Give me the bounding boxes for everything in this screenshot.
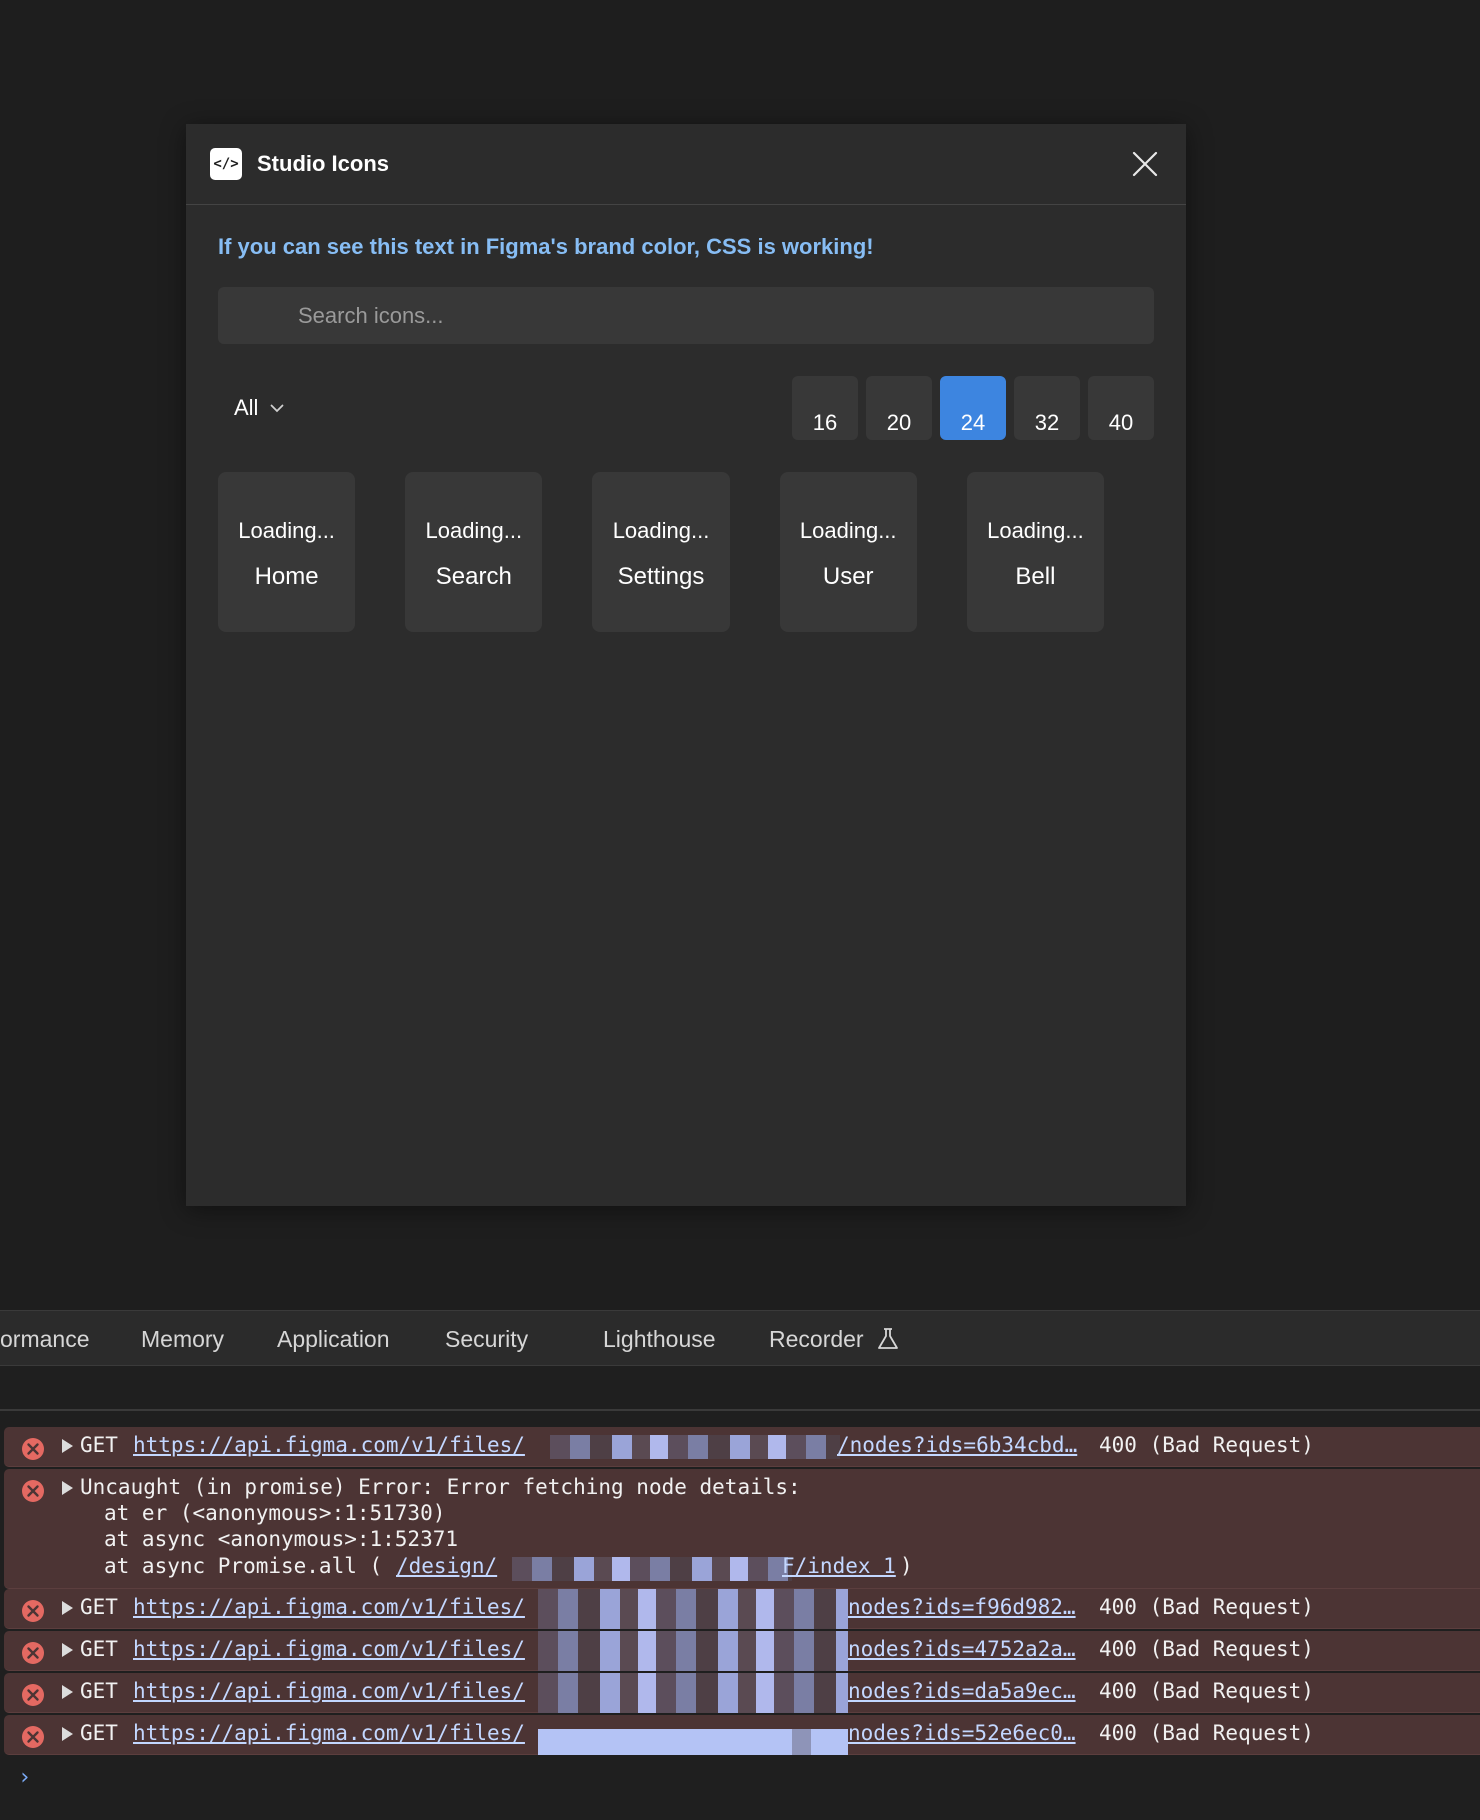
log-url-start[interactable]: https://api.figma.com/v1/files/ [133,1679,525,1703]
icon-name: Settings [617,563,705,590]
expand-triangle-icon[interactable] [62,1643,73,1657]
size-button-20[interactable]: 20 [866,376,932,440]
log-status: 400 (Bad Request) [1099,1595,1314,1619]
tab-performance[interactable]: ormance [0,1311,89,1367]
expand-triangle-icon[interactable] [62,1601,73,1615]
error-icon [22,1684,44,1706]
close-icon [1132,151,1158,177]
log-status: 400 (Bad Request) [1099,1433,1314,1457]
expand-triangle-icon[interactable] [62,1439,73,1453]
log-url-end[interactable]: nodes?ids=4752a2a… [848,1637,1076,1661]
devtools-panel: ormance Memory Application Security Ligh… [0,1310,1480,1820]
icon-loading-text: Loading... [987,518,1084,543]
icon-card-bell[interactable]: Loading... Bell [966,472,1105,632]
console-error-row[interactable]: GET https://api.figma.com/v1/files/ node… [4,1715,1480,1755]
code-icon: </> [210,148,242,180]
chevron-down-icon [271,404,284,412]
log-status: 400 (Bad Request) [1099,1721,1314,1745]
beaker-icon [878,1328,898,1349]
size-button-16[interactable]: 16 [792,376,858,440]
icon-loading-text: Loading... [799,518,897,543]
log-url-end[interactable]: nodes?ids=da5a9ec… [848,1679,1076,1703]
category-filter-value: All [234,395,259,420]
console-error-row[interactable]: GET https://api.figma.com/v1/files/ node… [4,1673,1480,1713]
css-status-message: If you can see this text in Figma's bran… [218,234,874,259]
log-url-start[interactable]: https://api.figma.com/v1/files/ [133,1595,525,1619]
icon-card-home[interactable]: Loading... Home [218,472,356,632]
error-icon [22,1726,44,1748]
icon-card-search[interactable]: Loading... Search [405,472,543,632]
plugin-panel: </> Studio Icons If you can see this tex… [186,124,1186,1206]
icon-card-user[interactable]: Loading... User [779,472,917,632]
category-filter-select[interactable]: All [234,395,284,421]
panel-header: </> Studio Icons [186,124,1186,205]
console-error-row[interactable]: GET https://api.figma.com/v1/files/ /nod… [4,1427,1480,1467]
icon-loading-text: Loading... [612,518,710,543]
console-error-row[interactable]: GET https://api.figma.com/v1/files/ node… [4,1631,1480,1671]
redacted-file-id [550,1435,840,1459]
stack-frame-end: ) [900,1554,913,1578]
error-icon [22,1642,44,1664]
size-button-32[interactable]: 32 [1014,376,1080,440]
size-button-24[interactable]: 24 [940,376,1006,440]
search-box [218,287,1154,344]
log-method: GET [80,1721,118,1745]
error-icon [22,1438,44,1460]
expand-triangle-icon[interactable] [62,1685,73,1699]
close-button[interactable] [1128,147,1162,181]
stack-frame-link[interactable]: /design/ [396,1554,497,1578]
expand-triangle-icon[interactable] [62,1727,73,1741]
expand-triangle-icon[interactable] [62,1481,73,1495]
log-url-end[interactable]: /nodes?ids=6b34cbd… [837,1433,1077,1457]
controls-row: All 16 20 24 32 40 [218,376,1154,440]
log-method: GET [80,1679,118,1703]
tab-lighthouse[interactable]: Lighthouse [603,1311,716,1367]
error-icon [22,1600,44,1622]
stack-frame: at async <anonymous>:1:52371 [104,1527,459,1551]
redacted-file-id [538,1589,848,1629]
log-method: GET [80,1433,118,1457]
log-method: GET [80,1637,118,1661]
stack-frame: at er (<anonymous>:1:51730) [104,1501,446,1525]
panel-title: Studio Icons [257,151,389,176]
redacted-path [512,1557,792,1581]
stack-frame-link[interactable]: F/index 1 [782,1554,896,1578]
log-url-start[interactable]: https://api.figma.com/v1/files/ [133,1433,525,1457]
redacted-file-id [538,1729,848,1755]
icon-grid: Loading... Home Loading... Search Loadin… [218,472,1154,632]
log-status: 400 (Bad Request) [1099,1679,1314,1703]
error-icon [22,1480,44,1502]
icon-name: Home [254,563,319,590]
log-url-start[interactable]: https://api.figma.com/v1/files/ [133,1721,525,1745]
redacted-file-id [538,1673,848,1713]
tab-application[interactable]: Application [277,1311,390,1367]
console-error-row[interactable]: GET https://api.figma.com/v1/files/ node… [4,1589,1480,1629]
icon-loading-text: Loading... [425,518,523,543]
search-input[interactable] [218,287,1154,344]
icon-card-settings[interactable]: Loading... Settings [592,472,730,632]
console-toolbar [0,1373,1480,1411]
icon-name: Bell [1015,563,1056,590]
tab-security[interactable]: Security [445,1311,528,1367]
log-url-end[interactable]: nodes?ids=f96d982… [848,1595,1076,1619]
redacted-file-id [538,1631,848,1671]
tab-recorder[interactable]: Recorder [769,1311,864,1367]
stack-frame: at async Promise.all ( [104,1554,383,1578]
size-button-40[interactable]: 40 [1088,376,1154,440]
log-url-end[interactable]: nodes?ids=52e6ec0… [848,1721,1076,1745]
icon-name: Search [435,563,512,590]
tab-memory[interactable]: Memory [141,1311,224,1367]
panel-body: If you can see this text in Figma's bran… [186,234,1186,632]
console-error-row[interactable]: Uncaught (in promise) Error: Error fetch… [4,1469,1480,1589]
size-selector: 16 20 24 32 40 [784,376,1154,440]
icon-loading-text: Loading... [238,518,335,543]
console-prompt[interactable]: › [18,1765,31,1790]
icon-name: User [822,563,874,590]
devtools-tab-bar: ormance Memory Application Security Ligh… [0,1310,1480,1366]
log-method: GET [80,1595,118,1619]
error-message: Uncaught (in promise) Error: Error fetch… [80,1475,801,1499]
log-url-start[interactable]: https://api.figma.com/v1/files/ [133,1637,525,1661]
log-status: 400 (Bad Request) [1099,1637,1314,1661]
